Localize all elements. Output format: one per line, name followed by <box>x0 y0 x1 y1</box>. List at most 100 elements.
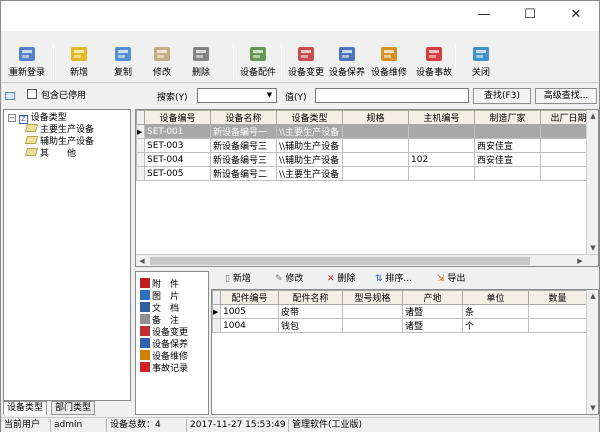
column-header[interactable]: 设备类型 <box>276 110 343 125</box>
tree-root[interactable]: − Z 设备类型 <box>8 112 67 124</box>
scroll-thumb[interactable] <box>150 257 530 265</box>
table-cell <box>474 166 541 181</box>
attach-category-item[interactable]: 附 件 <box>140 278 179 290</box>
parts-row[interactable]: ▶ 1005 皮带 诸暨条 <box>212 304 587 319</box>
parts-new-button[interactable]: ▯ 新增 <box>225 271 251 287</box>
attach-category-item[interactable]: 事故记录 <box>140 362 188 374</box>
include-disabled-checkbox[interactable] <box>27 89 37 99</box>
parts-vertical-scrollbar[interactable]: ▲ ▼ <box>586 290 598 414</box>
toolbar-parts-button[interactable]: 设备配件 <box>237 43 279 83</box>
column-header[interactable]: 设备名称 <box>210 110 277 125</box>
status-user: admin <box>51 419 107 432</box>
find-button[interactable]: 查找(F3) <box>473 88 531 104</box>
tree-item[interactable]: 辅助生产设备 <box>24 136 94 148</box>
parts-column-header[interactable]: 单位 <box>462 290 529 305</box>
table-cell <box>342 124 409 139</box>
toolbar-label: 设备配件 <box>239 68 276 78</box>
category-icon <box>140 290 150 300</box>
parts-column-header[interactable]: 配件编号 <box>220 290 279 305</box>
toolbar-relogin-button[interactable]: 重新登录 <box>3 43 51 83</box>
parts-row[interactable]: 1004 钱包 诸暨个 <box>212 318 587 333</box>
table-row[interactable]: SET-004 新设备编号三 \\辅助生产设备 102 西安佳宣 <box>136 152 597 167</box>
toolbar-maintain-button[interactable]: 设备保养 <box>325 43 369 83</box>
scroll-right-icon[interactable]: ▶ <box>574 255 586 266</box>
scroll-left-icon[interactable]: ◀ <box>136 255 148 266</box>
status-user-label: 当前用户 <box>1 419 51 432</box>
close-window-button[interactable]: ✕ <box>553 1 599 31</box>
device-table-panel: 设备编号 设备名称 设备类型 规格 主机编号 制造厂家 出厂日期 ▶ SET-001 新设备编号一… <box>135 109 599 267</box>
category-icon <box>140 326 150 336</box>
category-icon <box>140 314 150 324</box>
toolbar-new-button[interactable]: 新增 <box>59 43 99 83</box>
table-cell <box>342 152 409 167</box>
attach-category-item[interactable]: 设备维修 <box>140 350 188 362</box>
edit-icon <box>151 43 173 65</box>
toolbar-repair-button[interactable]: 设备维修 <box>367 43 411 83</box>
column-header[interactable]: 设备编号 <box>144 110 211 125</box>
table-cell: 新设备编号一 <box>210 124 277 139</box>
parts-icon <box>247 43 269 65</box>
parts-table: 配件编号 配件名称 型号规格 产地 单位 数量 ▶ 1005 皮带 诸暨条 1004 钱包 诸暨个 <box>212 290 587 333</box>
minimize-button[interactable]: — <box>461 1 507 31</box>
tab-department-type[interactable]: 部门类型 <box>51 401 96 415</box>
scroll-up-icon[interactable]: ▲ <box>587 290 598 302</box>
parts-cell: 条 <box>462 304 529 319</box>
tree-item[interactable]: 其 他 <box>24 148 76 160</box>
tree-item[interactable]: 主要生产设备 <box>24 124 94 136</box>
column-header[interactable]: 主机编号 <box>408 110 475 125</box>
parts-sort-button[interactable]: ⇅ 排序... <box>375 271 412 287</box>
maintain-icon <box>336 43 358 65</box>
parts-cell <box>342 304 403 319</box>
parts-export-button[interactable]: ⇲ 导出 <box>437 271 465 287</box>
tab-device-type[interactable]: 设备类型 <box>3 401 48 415</box>
toolbar-delete-button[interactable]: 删除 <box>183 43 219 83</box>
toolbar-change-button[interactable]: 设备变更 <box>285 43 327 83</box>
parts-cell: 个 <box>462 318 529 333</box>
table-cell: \\辅助生产设备 <box>276 152 343 167</box>
parts-column-header[interactable]: 产地 <box>402 290 463 305</box>
search-field-select[interactable]: ▼ <box>197 88 277 103</box>
relogin-icon <box>16 43 38 65</box>
scroll-up-icon[interactable]: ▲ <box>587 110 598 122</box>
attach-category-item[interactable]: 备 注 <box>140 314 179 326</box>
column-header[interactable]: 规格 <box>342 110 409 125</box>
folder-icon <box>24 136 39 144</box>
value-input[interactable] <box>315 88 469 103</box>
scroll-down-icon[interactable]: ▼ <box>587 402 598 414</box>
attach-category-item[interactable]: 设备变更 <box>140 326 188 338</box>
toolbar-label: 新增 <box>69 68 88 78</box>
table-cell <box>408 124 475 139</box>
table-row[interactable]: SET-005 新设备编号二 \\主要生产设备 <box>136 166 597 181</box>
category-icon <box>140 302 150 312</box>
toolbar-edit-button[interactable]: 修改 <box>143 43 181 83</box>
parts-edit-button[interactable]: ✎ 修改 <box>275 271 303 287</box>
toolbar-close-door-button[interactable]: 关闭 <box>463 43 499 83</box>
toolbar-accident-button[interactable]: 设备事故 <box>411 43 457 83</box>
delete-x-icon: ✕ <box>327 274 335 284</box>
horizontal-scrollbar[interactable]: ◀ ▶ <box>136 254 598 266</box>
parts-column-header[interactable]: 型号规格 <box>342 290 403 305</box>
sort-icon: ⇅ <box>375 274 383 284</box>
parts-column-header[interactable]: 配件名称 <box>278 290 343 305</box>
parts-cell: 皮带 <box>278 304 343 319</box>
toolbar-label: 设备保养 <box>328 68 365 78</box>
table-row[interactable]: ▶ SET-001 新设备编号一 \\主要生产设备 <box>136 124 597 139</box>
attach-category-item[interactable]: 文 档 <box>140 302 179 314</box>
parts-delete-button[interactable]: ✕ 删除 <box>327 271 355 287</box>
table-row[interactable]: SET-003 新设备编号三 \\辅助生产设备 西安佳宣 <box>136 138 597 153</box>
table-cell: 西安佳宣 <box>474 152 541 167</box>
attach-category-item[interactable]: 图 片 <box>140 290 179 302</box>
toolbar-copy-button[interactable]: 复制 <box>105 43 141 83</box>
scroll-down-icon[interactable]: ▼ <box>587 242 598 254</box>
parts-toolbar: ▯ 新增 ✎ 修改 ✕ 删除 ⇅ 排序... ⇲ 导出 <box>211 271 599 289</box>
advanced-find-button[interactable]: 高级查找... <box>535 88 597 104</box>
vertical-scrollbar[interactable]: ▲ ▼ <box>586 110 598 254</box>
maximize-button[interactable]: ☐ <box>507 1 553 31</box>
new-icon <box>68 43 90 65</box>
column-header[interactable]: 制造厂家 <box>474 110 541 125</box>
collapse-icon[interactable]: − <box>8 114 16 122</box>
parts-column-header[interactable]: 数量 <box>528 290 587 305</box>
attach-category-item[interactable]: 设备保养 <box>140 338 188 350</box>
toolbar-label: 修改 <box>152 68 171 78</box>
status-app: 管理软件(工业版) <box>292 420 363 430</box>
